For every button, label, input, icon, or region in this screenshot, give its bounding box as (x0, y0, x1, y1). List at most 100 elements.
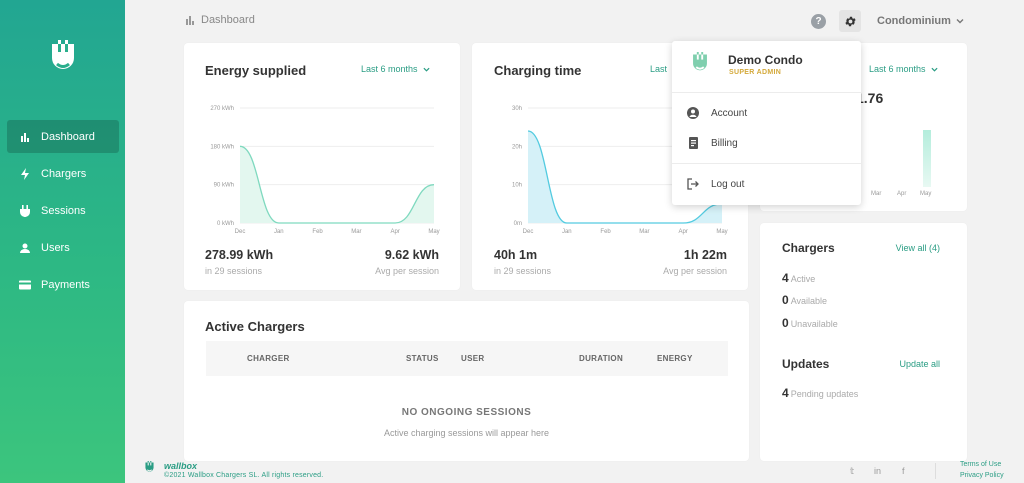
column-header-user[interactable]: USER (461, 354, 484, 363)
sidebar-item-label: Chargers (41, 167, 87, 180)
energy-average-label: Avg per session (375, 266, 439, 276)
chevron-down-icon (956, 19, 964, 24)
x-tick-label: Dec (523, 229, 534, 235)
charging-average: 1h 22m (683, 248, 727, 262)
chargers-active-stat: 4 Active (782, 271, 815, 285)
period-label: Last (650, 64, 668, 74)
energy-chart: 270 kWh 180 kWh 90 kWh 0 kWhDec Jan Feb Mar Apr… (210, 106, 439, 235)
account-circle-icon (687, 107, 699, 119)
stat-label: Pending updates (790, 389, 859, 399)
x-tick-label: Feb (600, 229, 611, 235)
stat-count: 4 (782, 271, 789, 285)
y-tick-label: 30h (512, 106, 522, 112)
empty-state-message: Active charging sessions will appear her… (383, 428, 550, 438)
stat-count: 0 (782, 293, 789, 307)
stat-label: Unavailable (790, 319, 838, 329)
stat-count: 4 (782, 386, 789, 400)
menu-item-label: Account (711, 107, 748, 119)
period-label: Last 6 months (869, 64, 926, 74)
column-header-status[interactable]: STATUS (406, 354, 439, 363)
sidebar-item-payments[interactable]: Payments (7, 268, 119, 301)
energy-total: 278.99 kWh (205, 248, 274, 262)
y-tick-label: 0 kWh (217, 221, 234, 227)
x-tick-label: May (428, 229, 439, 235)
y-tick-label: 270 kWh (210, 106, 234, 112)
bolt-icon (19, 167, 31, 180)
stat-count: 0 (782, 316, 789, 330)
sidebar-nav: Dashboard Chargers Sessions Users Paymen… (7, 120, 119, 305)
twitter-icon[interactable]: 𝕥 (850, 466, 854, 477)
card-title: Energy supplied (205, 63, 307, 78)
settings-button[interactable] (839, 10, 861, 32)
column-header-energy[interactable]: ENERGY (657, 354, 693, 363)
footer-copyright: ©2021 Wallbox Chargers SL. All rights re… (164, 472, 324, 479)
organization-selector[interactable]: Condominium (877, 15, 964, 27)
footer-brand: wallbox (164, 461, 198, 471)
user-menu-dropdown: Demo Condo SUPER ADMIN Account Billing L… (672, 41, 861, 205)
avatar (693, 52, 707, 71)
y-tick-label: 90 kWh (214, 183, 234, 189)
facebook-icon[interactable]: f (902, 466, 905, 476)
x-tick-label: Apr (391, 229, 400, 235)
y-tick-label: 180 kWh (210, 144, 234, 150)
bar-chart-icon (186, 16, 194, 25)
x-tick-label: Feb (312, 229, 323, 235)
sidebar-item-label: Users (41, 241, 70, 254)
chevron-down-icon (930, 67, 938, 72)
column-header-duration[interactable]: DURATION (579, 354, 623, 363)
card-title: Chargers (782, 241, 835, 255)
menu-item-logout[interactable]: Log out (672, 170, 861, 198)
help-icon[interactable]: ? (811, 14, 826, 29)
chevron-down-icon (422, 67, 430, 72)
chargers-available-stat: 0 Available (782, 293, 827, 307)
organization-name: Condominium (877, 15, 951, 27)
x-tick-label: Mar (639, 229, 649, 235)
privacy-policy-link[interactable]: Privacy Policy (960, 472, 1004, 479)
sidebar: Dashboard Chargers Sessions Users Paymen… (0, 0, 125, 483)
user-role: SUPER ADMIN (729, 69, 782, 76)
update-all-button[interactable]: Update all (899, 359, 940, 369)
menu-item-account[interactable]: Account (672, 99, 861, 127)
view-all-chargers-link[interactable]: View all (4) (896, 243, 940, 253)
sidebar-item-chargers[interactable]: Chargers (7, 157, 119, 190)
breadcrumb: Dashboard (185, 14, 255, 26)
x-tick-label: Jan (562, 229, 572, 235)
menu-item-billing[interactable]: Billing (672, 129, 861, 157)
y-tick-label: 0m (514, 221, 522, 227)
plug-icon (19, 204, 31, 217)
x-tick-label: Mar (351, 229, 361, 235)
active-chargers-card: Active Chargers CHARGER STATUS USER DURA… (184, 301, 749, 461)
menu-item-label: Log out (711, 178, 745, 190)
card-title: Charging time (494, 63, 582, 78)
user-icon (19, 242, 31, 254)
x-tick-label: Apr (679, 229, 688, 235)
divider (672, 92, 861, 93)
x-axis-label: Mar (871, 191, 882, 197)
sidebar-item-sessions[interactable]: Sessions (7, 194, 119, 227)
linkedin-icon[interactable]: in (874, 466, 881, 476)
x-tick-label: May (716, 229, 727, 235)
divider (672, 163, 861, 164)
period-selector[interactable]: Last 6 months (869, 64, 938, 74)
column-header-charger[interactable]: CHARGER (247, 354, 290, 363)
energy-average: 9.62 kWh (384, 248, 439, 262)
period-selector[interactable]: Last (650, 64, 667, 74)
period-label: Last 6 months (361, 64, 418, 74)
sidebar-item-users[interactable]: Users (7, 231, 119, 264)
wallbox-logo[interactable] (49, 40, 77, 78)
sidebar-item-label: Payments (41, 278, 90, 291)
terms-of-use-link[interactable]: Terms of Use (960, 461, 1001, 468)
period-selector[interactable]: Last 6 months (361, 64, 430, 74)
menu-item-label: Billing (711, 137, 738, 149)
wallbox-footer-logo (145, 461, 154, 472)
y-tick-label: 20h (512, 144, 522, 150)
chargers-summary-card: Chargers View all (4) 4 Active 0 Available… (760, 223, 967, 461)
charging-average-label: Avg per session (663, 266, 727, 276)
sidebar-item-dashboard[interactable]: Dashboard (7, 120, 119, 153)
stat-label: Available (790, 296, 828, 306)
y-tick-label: 10h (512, 183, 522, 189)
charging-total: 40h 1m (494, 248, 538, 262)
credit-card-icon (19, 279, 31, 291)
sidebar-item-label: Dashboard (41, 130, 95, 143)
updates-title: Updates (782, 357, 830, 371)
